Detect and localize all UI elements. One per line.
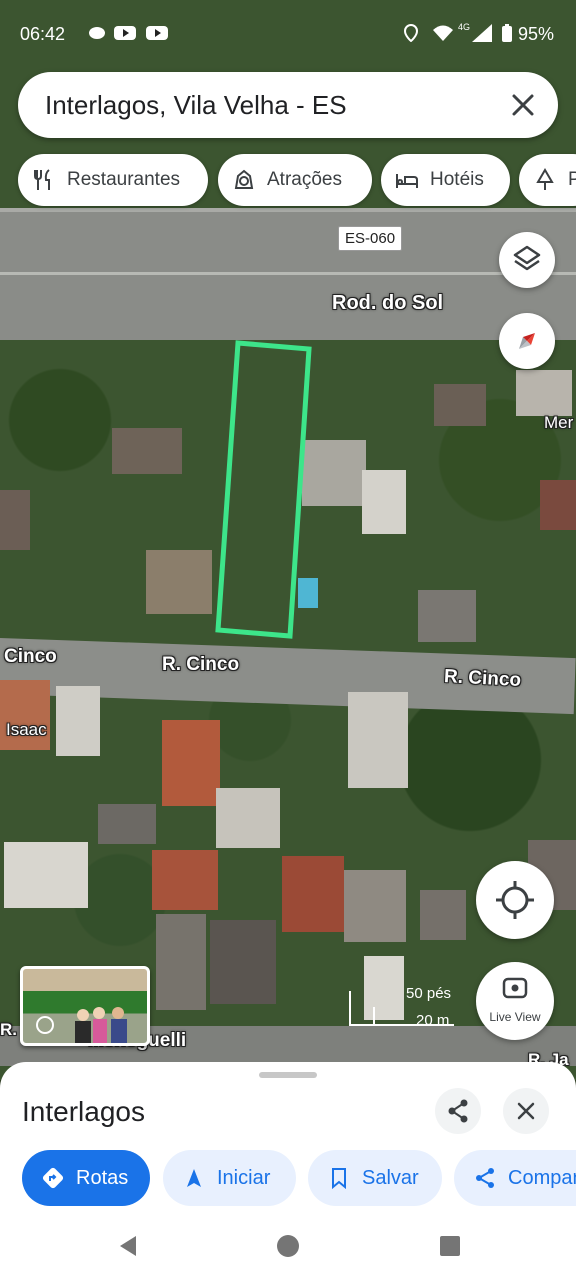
network-type: 4G (458, 22, 471, 32)
scale-imperial: 50 pés (406, 985, 452, 1002)
directions-icon (42, 1167, 64, 1189)
action-label: Rotas (76, 1166, 129, 1189)
chip-parques[interactable]: P (519, 154, 576, 206)
save-button[interactable]: Salvar (308, 1150, 442, 1206)
close-icon[interactable] (506, 88, 540, 122)
close-sheet-button[interactable] (503, 1088, 549, 1134)
action-label: Compar (508, 1166, 576, 1189)
chip-label: Atrações (267, 169, 342, 190)
battery-icon (502, 24, 512, 42)
share-action-button[interactable]: Compar (454, 1150, 576, 1206)
share-button[interactable] (435, 1088, 481, 1134)
share-icon (476, 1168, 494, 1188)
park-icon (536, 168, 554, 190)
place-label-isaac: Isaac (6, 720, 47, 739)
bookmark-icon (332, 1168, 346, 1189)
chip-hoteis[interactable]: Hotéis (381, 154, 510, 206)
location-icon (404, 24, 418, 42)
youtube-icon (114, 26, 136, 40)
chip-label: Restaurantes (67, 169, 181, 190)
battery-level: 95% (517, 24, 554, 44)
youtube-icon (146, 26, 168, 40)
search-query[interactable]: Interlagos, Vila Velha - ES (45, 90, 347, 121)
compass-icon (519, 333, 535, 349)
layers-button[interactable] (499, 232, 555, 288)
layers-icon (513, 245, 541, 271)
chip-label: P (568, 169, 576, 190)
directions-button[interactable]: Rotas (22, 1150, 150, 1206)
back-icon[interactable] (116, 1234, 140, 1258)
scale-metric: 20 m (416, 1012, 450, 1029)
close-icon (517, 1102, 535, 1120)
my-location-button[interactable] (476, 861, 554, 939)
place-title: Interlagos (22, 1096, 145, 1127)
action-label: Iniciar (217, 1166, 271, 1189)
chip-restaurantes[interactable]: Restaurantes (18, 154, 208, 206)
attraction-icon (234, 169, 254, 189)
road-label-r-cinco-east: R. Cinco (443, 665, 522, 692)
system-nav-bar (0, 1214, 576, 1280)
chip-label: Hotéis (430, 169, 484, 190)
live-view-label: Live View (489, 1010, 541, 1024)
home-icon[interactable] (276, 1234, 300, 1258)
wifi-icon (433, 25, 453, 41)
action-label: Salvar (362, 1166, 419, 1189)
place-label-mer: Mer (544, 413, 574, 432)
search-bar[interactable]: Interlagos, Vila Velha - ES (18, 72, 558, 138)
chat-bubble-icon (89, 27, 105, 39)
bed-icon (396, 174, 418, 188)
compass-button[interactable] (499, 313, 555, 369)
status-bar: 06:42 4G 95% (0, 20, 576, 50)
parcel-outline (215, 340, 312, 639)
signal-icon (472, 24, 492, 42)
recents-icon[interactable] (438, 1234, 462, 1258)
share-icon (448, 1099, 468, 1123)
camera-icon (502, 977, 528, 999)
crosshair-icon (496, 881, 534, 919)
road-label-r: R. (0, 1020, 17, 1039)
fork-knife-icon (34, 169, 50, 190)
road-label-r-cinco: R. Cinco (162, 654, 240, 675)
clock: 06:42 (20, 24, 66, 44)
street-view-image (36, 1007, 127, 1043)
road-label-rod-do-sol: Rod. do Sol (332, 292, 444, 314)
route-shield-es-060: ES-060 (338, 226, 403, 251)
live-view-button[interactable]: Live View (476, 962, 554, 1040)
road-label-cinco: Cinco (4, 646, 57, 667)
street-view-thumbnail[interactable] (20, 966, 150, 1046)
start-button[interactable]: Iniciar (163, 1150, 296, 1206)
drag-handle[interactable] (259, 1072, 317, 1078)
navigation-arrow-icon (187, 1169, 201, 1187)
chip-atracoes[interactable]: Atrações (218, 154, 372, 206)
map-scale: 50 pés 20 m (348, 985, 458, 1030)
street-view-360-icon (36, 1016, 54, 1034)
